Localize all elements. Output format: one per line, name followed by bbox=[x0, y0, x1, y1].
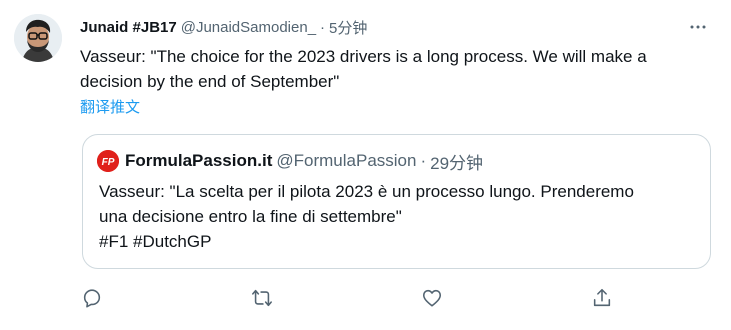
author-handle[interactable]: @JunaidSamodien_ bbox=[181, 19, 316, 36]
svg-text:FP: FP bbox=[102, 157, 115, 168]
reply-icon bbox=[83, 289, 101, 308]
share-icon bbox=[593, 288, 611, 307]
translate-tweet-link[interactable]: 翻译推文 bbox=[80, 96, 140, 117]
more-icon bbox=[690, 25, 706, 29]
tweet-header: Junaid #JB17 @JunaidSamodien_ · 5分钟 bbox=[80, 16, 707, 38]
quoted-text-line: Vasseur: "La scelta per il pilota 2023 è… bbox=[99, 182, 634, 201]
quoted-text-line: una decisione entro la fine di settembre… bbox=[99, 207, 402, 226]
separator-dot: · bbox=[320, 18, 326, 36]
tweet-timestamp[interactable]: 5分钟 bbox=[329, 17, 367, 38]
like-button[interactable] bbox=[420, 286, 444, 310]
quoted-hashtags: #F1 #DutchGP bbox=[99, 232, 212, 251]
quoted-tweet[interactable]: FP FormulaPassion.it @FormulaPassion · 2… bbox=[82, 134, 711, 269]
quoted-tweet-timestamp: 29分钟 bbox=[430, 153, 484, 173]
tweet-actions bbox=[80, 286, 620, 310]
quoted-tweet-header: FP FormulaPassion.it @FormulaPassion · 2… bbox=[97, 149, 483, 173]
formulapassion-logo-icon: FP bbox=[97, 150, 119, 172]
tweet-text: Vasseur: "The choice for the 2023 driver… bbox=[80, 47, 647, 91]
separator-dot: · bbox=[420, 151, 427, 170]
more-options-button[interactable] bbox=[687, 17, 709, 37]
reply-button[interactable] bbox=[80, 286, 104, 310]
share-button[interactable] bbox=[590, 286, 614, 310]
quoted-author-name: FormulaPassion.it bbox=[125, 151, 273, 170]
retweet-button[interactable] bbox=[250, 286, 274, 310]
avatar-illustration bbox=[14, 14, 62, 62]
avatar[interactable] bbox=[14, 14, 62, 62]
quoted-tweet-text: Vasseur: "La scelta per il pilota 2023 è… bbox=[99, 179, 699, 254]
retweet-icon bbox=[252, 289, 272, 307]
author-name[interactable]: Junaid #JB17 bbox=[80, 19, 177, 36]
heart-icon bbox=[422, 289, 442, 307]
quoted-author-handle: @FormulaPassion bbox=[276, 151, 417, 170]
